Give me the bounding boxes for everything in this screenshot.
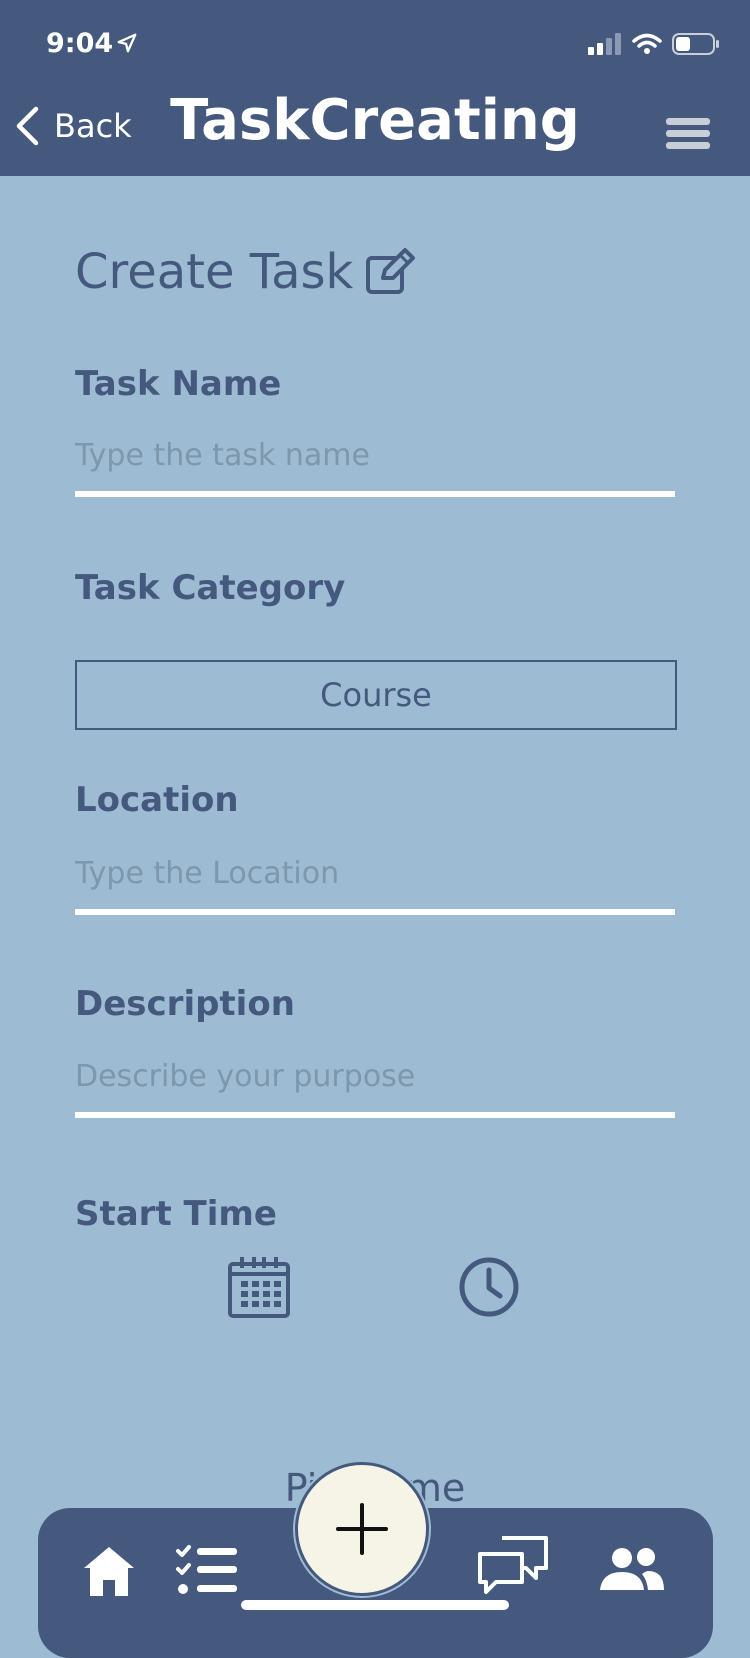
location-underline bbox=[75, 909, 675, 915]
task-category-value: Course bbox=[320, 676, 432, 714]
location-input[interactable] bbox=[75, 856, 675, 891]
page-title: TaskCreating bbox=[170, 88, 580, 153]
location-label: Location bbox=[75, 780, 239, 820]
edit-icon bbox=[366, 248, 416, 294]
add-task-button[interactable] bbox=[295, 1462, 429, 1596]
task-category-select[interactable]: Course bbox=[75, 660, 677, 730]
form-heading: Create Task bbox=[75, 244, 417, 300]
description-label: Description bbox=[75, 984, 295, 1024]
plus-icon bbox=[336, 1503, 388, 1555]
status-indicators bbox=[588, 32, 720, 56]
description-field-wrap bbox=[75, 1059, 675, 1118]
home-icon[interactable] bbox=[82, 1544, 136, 1598]
task-category-label: Task Category bbox=[75, 568, 346, 608]
status-time: 9:04 bbox=[46, 28, 114, 59]
app-header: 9:04 Back TaskCreating bbox=[0, 0, 750, 176]
task-name-input[interactable] bbox=[75, 438, 675, 473]
home-indicator bbox=[241, 1600, 509, 1610]
hamburger-menu-icon[interactable] bbox=[666, 118, 710, 149]
chat-icon[interactable] bbox=[476, 1534, 550, 1596]
form-heading-text: Create Task bbox=[75, 244, 354, 300]
tasks-icon[interactable] bbox=[176, 1544, 238, 1596]
description-input[interactable] bbox=[75, 1059, 675, 1094]
people-icon[interactable] bbox=[598, 1546, 666, 1592]
description-underline bbox=[75, 1112, 675, 1118]
wifi-icon bbox=[632, 33, 662, 54]
location-field-wrap bbox=[75, 856, 675, 915]
location-arrow-icon bbox=[117, 33, 137, 53]
task-name-underline bbox=[75, 491, 675, 497]
signal-icon bbox=[588, 33, 621, 55]
start-time-label: Start Time bbox=[75, 1194, 277, 1234]
clock-icon[interactable] bbox=[458, 1256, 520, 1318]
battery-icon bbox=[672, 33, 719, 55]
calendar-icon[interactable] bbox=[228, 1256, 290, 1318]
task-name-field-wrap bbox=[75, 438, 675, 497]
task-name-label: Task Name bbox=[75, 364, 282, 404]
